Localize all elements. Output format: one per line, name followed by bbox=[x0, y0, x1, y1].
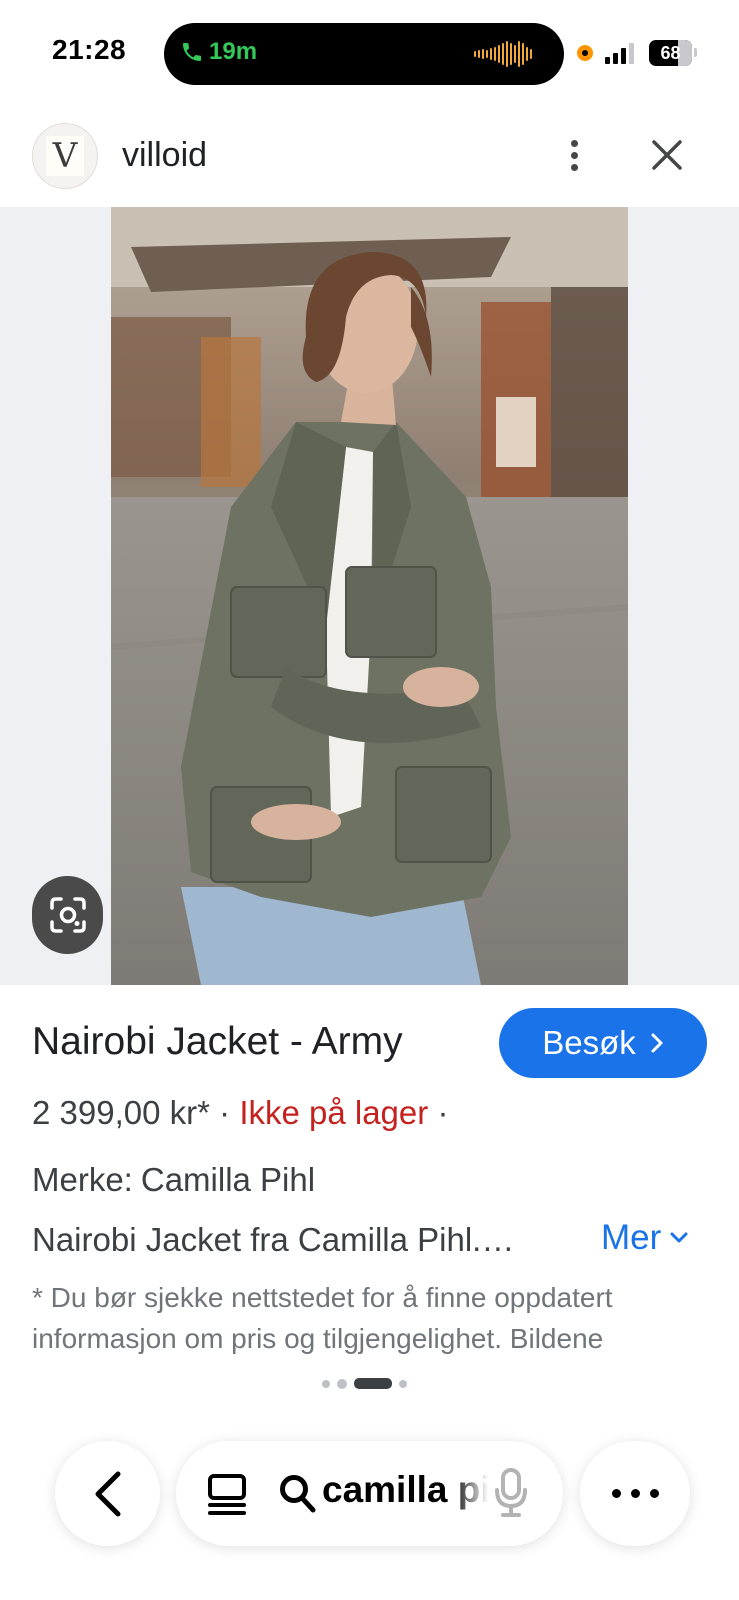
waveform-bar bbox=[526, 47, 528, 61]
search-bar[interactable]: camilla pihl bbox=[176, 1441, 563, 1546]
recording-indicator-icon bbox=[577, 45, 593, 61]
chevron-right-icon bbox=[651, 1033, 663, 1053]
camera-search-icon bbox=[49, 897, 86, 933]
signal-bar bbox=[613, 53, 618, 64]
separator: · bbox=[219, 1094, 231, 1131]
visit-button[interactable]: Besøk bbox=[499, 1008, 707, 1078]
audio-waveform-icon bbox=[474, 40, 532, 68]
product-price: 2 399,00 kr* bbox=[32, 1094, 210, 1131]
pager-dot bbox=[399, 1379, 407, 1388]
more-button-label: Mer bbox=[601, 1218, 662, 1257]
signal-bar bbox=[605, 57, 610, 64]
visit-button-label: Besøk bbox=[542, 1024, 636, 1061]
call-duration: 19m bbox=[209, 38, 258, 65]
more-button[interactable]: Mer bbox=[601, 1218, 689, 1258]
mic-icon[interactable] bbox=[494, 1468, 528, 1518]
separator: · bbox=[437, 1094, 449, 1131]
phone-call-icon bbox=[183, 43, 201, 61]
signal-bar bbox=[629, 43, 634, 64]
waveform-bar bbox=[514, 45, 516, 63]
product-description: Nairobi Jacket fra Camilla Pihl.… bbox=[32, 1221, 515, 1258]
image-pager bbox=[322, 1378, 407, 1389]
cellular-signal-icon bbox=[605, 42, 634, 64]
waveform-bar bbox=[474, 51, 476, 57]
waveform-bar bbox=[494, 47, 496, 61]
brand-name: Camilla Pihl bbox=[140, 1161, 316, 1198]
product-image[interactable] bbox=[111, 207, 628, 985]
battery-nub bbox=[694, 48, 697, 57]
brand-line: Merke: Camilla Pihl bbox=[32, 1161, 323, 1199]
battery-percent: 68 bbox=[660, 43, 681, 63]
waveform-bar bbox=[478, 50, 480, 58]
waveform-bar bbox=[498, 45, 500, 63]
google-lens-button[interactable] bbox=[32, 876, 103, 954]
waveform-bar bbox=[510, 43, 512, 65]
stock-status: Ikke på lager bbox=[239, 1094, 429, 1131]
more-vert-icon[interactable] bbox=[556, 133, 592, 177]
more-horiz-icon[interactable] bbox=[580, 1441, 690, 1546]
site-logo-letter: V bbox=[46, 136, 84, 176]
search-icon bbox=[280, 1475, 316, 1513]
waveform-bar bbox=[530, 49, 532, 59]
search-query[interactable]: camilla pihl bbox=[322, 1469, 488, 1511]
back-button[interactable] bbox=[55, 1441, 160, 1546]
waveform-bar bbox=[486, 50, 488, 58]
battery-icon: 68 bbox=[649, 40, 692, 66]
pager-dot bbox=[337, 1378, 347, 1389]
signal-bar bbox=[621, 48, 626, 64]
site-logo[interactable]: V bbox=[32, 123, 98, 189]
pager-dot-active bbox=[354, 1378, 392, 1389]
product-title: Nairobi Jacket - Army bbox=[32, 1020, 403, 1063]
disclaimer-text: * Du bør sjekke nettstedet for å finne o… bbox=[32, 1282, 613, 1354]
waveform-bar bbox=[522, 43, 524, 65]
price-line: 2 399,00 kr* · Ikke på lager · bbox=[32, 1094, 448, 1132]
status-time: 21:28 bbox=[52, 34, 127, 65]
close-icon[interactable] bbox=[647, 135, 687, 175]
waveform-bar bbox=[506, 41, 508, 67]
brand-label: Merke: bbox=[32, 1161, 133, 1198]
waveform-bar bbox=[518, 41, 520, 67]
chevron-left-icon bbox=[95, 1471, 120, 1516]
chevron-down-icon bbox=[670, 1232, 688, 1243]
site-name[interactable]: villoid bbox=[122, 136, 207, 175]
waveform-bar bbox=[482, 49, 484, 59]
tabs-icon[interactable] bbox=[206, 1473, 248, 1515]
waveform-bar bbox=[490, 48, 492, 60]
pager-dot bbox=[322, 1379, 330, 1388]
waveform-bar bbox=[502, 43, 504, 65]
